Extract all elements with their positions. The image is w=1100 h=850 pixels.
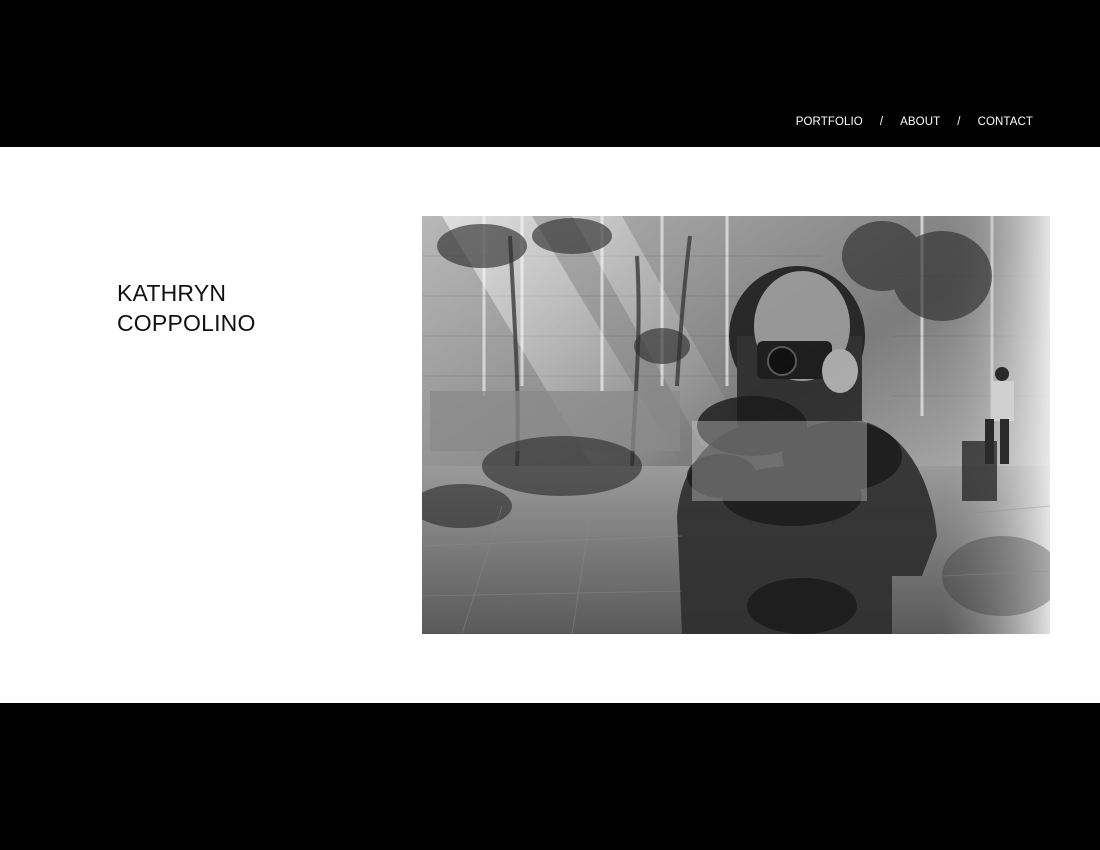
artist-last-name: COPPOLINO xyxy=(117,310,256,336)
header-bar: PORTFOLIO / ABOUT / CONTACT xyxy=(0,0,1100,147)
footer-bar xyxy=(0,703,1100,850)
nav-portfolio-link[interactable]: PORTFOLIO xyxy=(796,116,863,128)
artist-first-name: KATHRYN xyxy=(117,280,227,306)
nav-separator: / xyxy=(879,116,884,128)
nav-about-link[interactable]: ABOUT xyxy=(900,116,940,128)
hero-photograph xyxy=(422,216,1050,634)
site-title[interactable]: KATHRYN COPPOLINO xyxy=(117,278,256,338)
main-nav: PORTFOLIO / ABOUT / CONTACT xyxy=(796,116,1033,128)
nav-contact-link[interactable]: CONTACT xyxy=(978,116,1033,128)
nav-separator: / xyxy=(957,116,961,128)
